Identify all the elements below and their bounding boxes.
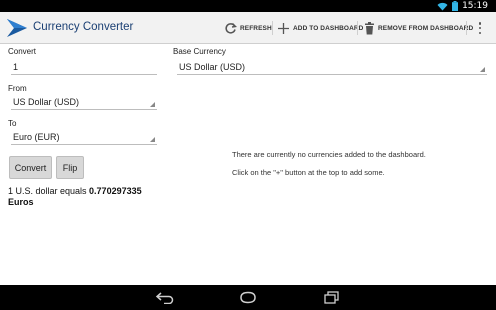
- empty-dashboard-message: There are currently no currencies added …: [232, 150, 426, 159]
- recent-apps-icon[interactable]: [320, 291, 342, 304]
- flip-button[interactable]: Flip: [56, 156, 84, 179]
- action-separator: [357, 21, 358, 35]
- battery-icon: [452, 1, 459, 11]
- action-separator: [272, 21, 273, 35]
- result-prefix: 1 U.S. dollar equals: [8, 186, 90, 196]
- to-currency-select[interactable]: Euro (EUR): [11, 131, 157, 145]
- add-to-dashboard-button[interactable]: ADD TO DASHBOARD: [277, 18, 363, 38]
- empty-dashboard-hint: Click on the "+" button at the top to ad…: [232, 168, 385, 177]
- base-currency-select[interactable]: US Dollar (USD): [177, 61, 487, 75]
- action-bar: Currency Converter REFRESH ADD TO DASHBO…: [0, 12, 496, 44]
- refresh-icon: [225, 22, 237, 34]
- base-currency-label: Base Currency: [173, 47, 226, 56]
- navigation-bar: [0, 285, 496, 310]
- back-icon[interactable]: [154, 291, 176, 304]
- overflow-menu-icon[interactable]: [478, 22, 482, 34]
- add-to-dashboard-label: ADD TO DASHBOARD: [293, 24, 364, 32]
- remove-from-dashboard-label: REMOVE FROM DASHBOARD: [378, 24, 474, 32]
- status-bar: 15:19: [0, 0, 496, 12]
- convert-label: Convert: [8, 47, 37, 56]
- result-unit: Euros: [8, 197, 34, 207]
- amount-input[interactable]: 1: [11, 61, 157, 75]
- result-amount: 0.770297335: [89, 186, 142, 196]
- status-time: 15:19: [462, 1, 488, 11]
- app-title: Currency Converter: [33, 21, 134, 33]
- add-icon: [278, 22, 289, 34]
- from-currency-select[interactable]: US Dollar (USD): [11, 96, 157, 110]
- to-label: To: [8, 119, 17, 128]
- remove-from-dashboard-button[interactable]: REMOVE FROM DASHBOARD: [364, 18, 473, 38]
- conversion-result: 1 U.S. dollar equals 0.770297335 Euros: [8, 186, 158, 208]
- wifi-icon: [437, 2, 448, 10]
- status-right: 15:19: [437, 0, 488, 12]
- home-icon[interactable]: [237, 291, 259, 304]
- from-label: From: [8, 84, 27, 93]
- refresh-label: REFRESH: [240, 24, 272, 32]
- convert-button[interactable]: Convert: [9, 156, 52, 179]
- refresh-button[interactable]: REFRESH: [224, 18, 272, 38]
- trash-icon: [365, 21, 374, 34]
- app-logo-icon[interactable]: [6, 17, 28, 39]
- action-separator: [466, 21, 467, 35]
